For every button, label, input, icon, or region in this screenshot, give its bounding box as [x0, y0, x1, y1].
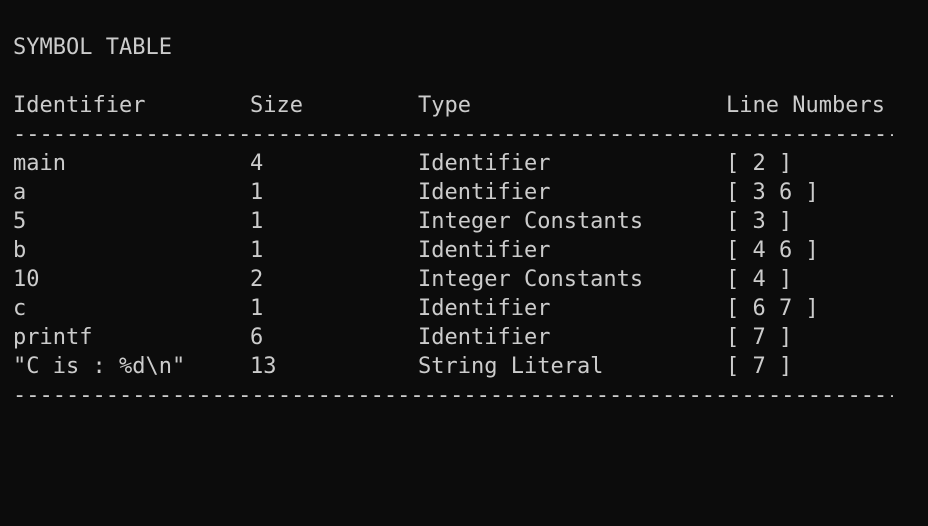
table-row: a 1 Identifier [ 3 6 ] [13, 178, 913, 207]
separator-bottom: ----------------------------------------… [13, 383, 893, 408]
cell-type: Identifier [418, 238, 551, 263]
cell-type: Identifier [418, 180, 551, 205]
symbol-table-title: SYMBOL TABLE [13, 35, 172, 60]
table-row: 10 2 Integer Constants [ 4 ] [13, 265, 913, 294]
cell-size: 1 [250, 209, 264, 234]
terminal-window[interactable]: SYMBOL TABLE Identifier Size Type Line N… [0, 0, 928, 428]
header-size: Size [250, 93, 303, 118]
cell-type: Integer Constants [418, 267, 644, 292]
cell-size: 13 [250, 354, 277, 379]
header-line-numbers: Line Numbers [726, 93, 885, 118]
cell-type: Identifier [418, 296, 551, 321]
cell-line-numbers: [ 4 6 ] [726, 238, 819, 263]
table-row: printf 6 Identifier [ 7 ] [13, 323, 913, 352]
cell-line-numbers: [ 4 ] [726, 267, 793, 292]
table-row: main 4 Identifier [ 2 ] [13, 149, 913, 178]
table-row: "C is : %d\n" 13 String Literal [ 7 ] [13, 352, 913, 381]
cell-size: 1 [250, 296, 264, 321]
cell-line-numbers: [ 2 ] [726, 151, 793, 176]
header-type: Type [418, 93, 471, 118]
cell-type: Identifier [418, 325, 551, 350]
cell-identifier: "C is : %d\n" [13, 354, 186, 379]
cell-size: 1 [250, 238, 264, 263]
cell-line-numbers: [ 7 ] [726, 354, 793, 379]
header-identifier: Identifier [13, 93, 146, 118]
cell-type: Identifier [418, 151, 551, 176]
cell-identifier: printf [13, 325, 93, 350]
cell-size: 2 [250, 267, 264, 292]
cell-identifier: a [13, 180, 27, 205]
table-row: b 1 Identifier [ 4 6 ] [13, 236, 913, 265]
cell-size: 1 [250, 180, 264, 205]
cell-line-numbers: [ 6 7 ] [726, 296, 819, 321]
cell-type: Integer Constants [418, 209, 644, 234]
cell-line-numbers: [ 3 6 ] [726, 180, 819, 205]
cell-identifier: 5 [13, 209, 27, 234]
table-row: 5 1 Integer Constants [ 3 ] [13, 207, 913, 236]
cell-identifier: b [13, 238, 27, 263]
table-row: c 1 Identifier [ 6 7 ] [13, 294, 913, 323]
cell-identifier: main [13, 151, 66, 176]
cell-type: String Literal [418, 354, 604, 379]
table-body: main 4 Identifier [ 2 ] a 1 Identifier [… [0, 149, 928, 381]
cell-line-numbers: [ 3 ] [726, 209, 793, 234]
cell-identifier: 10 [13, 267, 40, 292]
cell-line-numbers: [ 7 ] [726, 325, 793, 350]
cell-identifier: c [13, 296, 27, 321]
table-header: Identifier Size Type Line Numbers [13, 91, 913, 120]
cell-size: 6 [250, 325, 264, 350]
cell-size: 4 [250, 151, 264, 176]
separator-top: ----------------------------------------… [13, 122, 893, 147]
